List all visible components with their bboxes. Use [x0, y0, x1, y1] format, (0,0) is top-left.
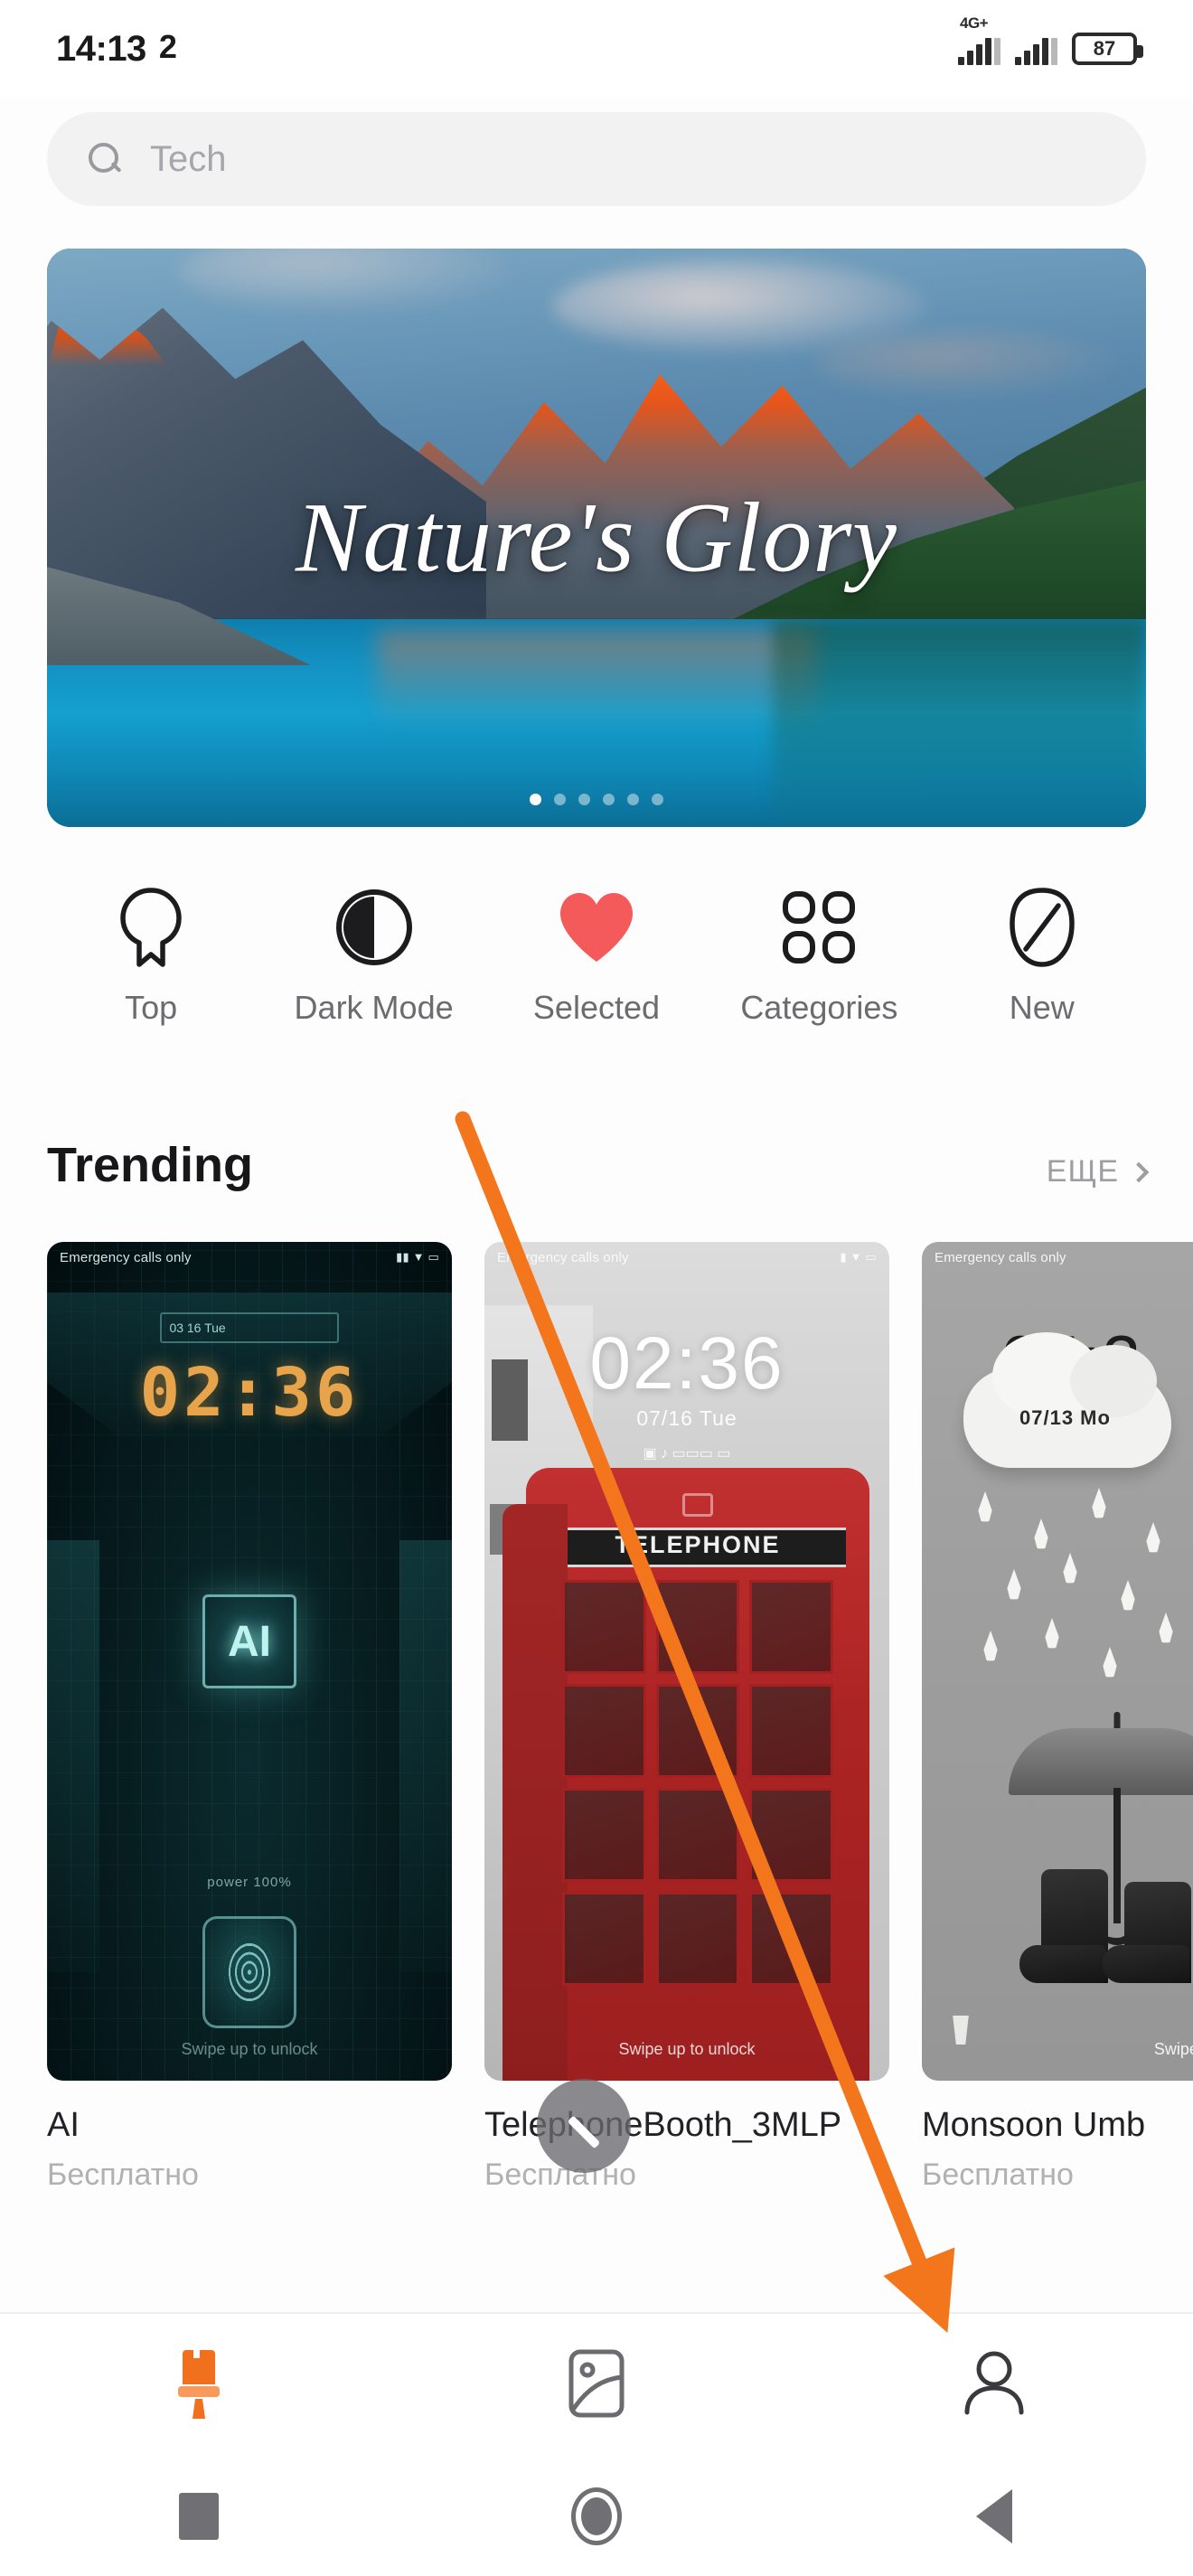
category-item-top[interactable]: Top: [61, 886, 241, 1027]
rain-boots-icon: [1019, 1866, 1193, 1983]
back-triangle-icon: [976, 2489, 1012, 2543]
category-label: Categories: [740, 989, 898, 1026]
promo-banner-carousel[interactable]: Nature's Glory: [47, 249, 1146, 827]
lockscreen-date: 07/16 Tue: [636, 1406, 737, 1430]
wallpaper-card[interactable]: Emergency calls only 05:3 07/13 Mo: [922, 1242, 1193, 2192]
carousel-dot[interactable]: [554, 794, 566, 805]
ai-chip-label: AI: [228, 1617, 271, 1666]
lockscreen-date: 07/13 Mo: [1019, 1406, 1111, 1429]
wallpaper-image-icon: [564, 2346, 629, 2425]
carousel-dot[interactable]: [652, 794, 663, 805]
cellular-signal-1: 4G+: [958, 14, 1000, 65]
category-label: Dark Mode: [294, 989, 454, 1026]
signal-bars-icon: [958, 34, 1000, 65]
lockscreen-carrier-text: Emergency calls only ▮▮ ▼ ▭: [47, 1242, 452, 1273]
search-placeholder: Tech: [150, 138, 227, 179]
telephone-booth-image: TELEPHONE: [503, 1468, 869, 2081]
lockscreen-status-icons: ▮▮ ▼ ▭: [396, 1250, 439, 1264]
card-price: Бесплатно: [922, 2158, 1074, 2192]
carousel-dot[interactable]: [603, 794, 615, 805]
trending-card-list: Emergency calls only ▮▮ ▼ ▭ 03 16 Tue 02…: [47, 1242, 1193, 2192]
status-bar: 14:13 2 4G+ 87: [0, 0, 1193, 98]
lockscreen-shortcut-icons: ▣ ♪ ▭▭▭ ▭: [643, 1446, 731, 1462]
banner-title: Nature's Glory: [296, 482, 897, 593]
see-more-label: ЕЩЕ: [1046, 1154, 1119, 1189]
tab-themes[interactable]: [0, 2345, 398, 2427]
search-icon: [87, 141, 123, 177]
tab-wallpapers[interactable]: [398, 2346, 795, 2425]
fingerprint-icon: [202, 1916, 296, 2028]
card-title: AI: [47, 2106, 80, 2144]
lockscreen-clock: 02:36: [589, 1322, 784, 1405]
category-label: New: [1009, 989, 1075, 1026]
see-more-button[interactable]: ЕЩЕ: [1046, 1154, 1150, 1189]
half-moon-contrast-icon: [333, 886, 415, 969]
category-label: Selected: [532, 989, 661, 1026]
recents-button[interactable]: [0, 2493, 398, 2540]
carousel-dot[interactable]: [627, 794, 639, 805]
alarm-badge-icon: 2: [158, 28, 177, 65]
category-item-selected[interactable]: Selected: [506, 886, 687, 1027]
phone-screen: 14:13 2 4G+ 87 Tech Nature's Glory Top D…: [0, 0, 1193, 2576]
category-item-dark-mode[interactable]: Dark Mode: [284, 886, 465, 1027]
status-indicators: 4G+ 87: [958, 14, 1143, 65]
leaf-icon: [1006, 886, 1078, 969]
crown-emblem-icon: [682, 1493, 713, 1517]
ai-chip-icon: AI: [202, 1594, 296, 1688]
ribbon-badge-icon: [116, 886, 186, 969]
umbrella-icon: [1009, 1712, 1193, 1945]
grid-clover-icon: [779, 886, 859, 969]
paint-brush-icon: [166, 2345, 231, 2427]
battery-icon: 87: [1072, 33, 1143, 65]
recents-square-icon: [179, 2493, 219, 2540]
person-profile-icon: [960, 2347, 1029, 2424]
lockscreen-status-icons: ▮ ▼ ▭: [840, 1250, 877, 1264]
back-button[interactable]: [795, 2489, 1193, 2543]
wallpaper-thumbnail[interactable]: Emergency calls only ▮▮ ▼ ▭ 03 16 Tue 02…: [47, 1242, 452, 2081]
lockscreen-carrier-text: Emergency calls only: [922, 1242, 1193, 1273]
swipe-hint: Swipe up to unlock: [1153, 2040, 1193, 2058]
battery-level: 87: [1093, 37, 1116, 60]
card-price: Бесплатно: [484, 2158, 636, 2192]
swipe-hint: Swipe up to unlock: [181, 2040, 318, 2058]
chevron-up-icon: [567, 2116, 601, 2149]
carrier-label: Emergency calls only: [497, 1249, 629, 1265]
home-button[interactable]: [398, 2487, 795, 2545]
swipe-hint: Swipe up to unlock: [618, 2040, 756, 2058]
bottom-tab-bar: [0, 2312, 1193, 2457]
cellular-signal-2-icon: [1015, 34, 1057, 65]
wallpaper-card[interactable]: Emergency calls only ▮▮ ▼ ▭ 03 16 Tue 02…: [47, 1242, 452, 2192]
raindrops-icon: [967, 1486, 1193, 1694]
carousel-dots[interactable]: [47, 794, 1146, 805]
carousel-dot[interactable]: [530, 794, 541, 805]
wallpaper-card[interactable]: Emergency calls only ▮ ▼ ▭ 02:36 07/16 T…: [484, 1242, 889, 2192]
search-input[interactable]: Tech: [47, 112, 1146, 206]
home-circle-icon: [571, 2487, 622, 2545]
lockscreen-date: 03 16 Tue: [160, 1312, 339, 1343]
card-price: Бесплатно: [47, 2158, 199, 2192]
scroll-to-top-button[interactable]: [537, 2079, 631, 2173]
category-item-categories[interactable]: Categories: [728, 886, 909, 1027]
carrier-label: Emergency calls only: [60, 1249, 192, 1265]
category-label: Top: [125, 989, 178, 1026]
chevron-right-icon: [1128, 1161, 1150, 1182]
lockscreen-carrier-text: Emergency calls only ▮ ▼ ▭: [484, 1242, 889, 1273]
carousel-dot[interactable]: [578, 794, 590, 805]
booth-sign-text: TELEPHONE: [615, 1531, 781, 1558]
carrier-label: Emergency calls only: [935, 1249, 1066, 1265]
section-header-trending: Trending ЕЩЕ: [47, 1137, 1150, 1193]
category-shortcuts: Top Dark Mode Selected Categories New: [0, 886, 1193, 1067]
power-label: power 100%: [207, 1875, 292, 1890]
category-item-new[interactable]: New: [952, 886, 1132, 1027]
section-title: Trending: [47, 1138, 253, 1192]
heart-icon: [555, 886, 638, 969]
tab-profile[interactable]: [795, 2347, 1193, 2424]
android-navigation-bar: [0, 2457, 1193, 2576]
card-title: Monsoon Umb: [922, 2106, 1146, 2144]
network-type-label: 4G+: [960, 14, 989, 32]
wallpaper-thumbnail[interactable]: Emergency calls only ▮ ▼ ▭ 02:36 07/16 T…: [484, 1242, 889, 2081]
status-time: 14:13: [56, 28, 146, 69]
wallpaper-thumbnail[interactable]: Emergency calls only 05:3 07/13 Mo: [922, 1242, 1193, 2081]
lockscreen-clock: 02:36: [139, 1354, 360, 1432]
